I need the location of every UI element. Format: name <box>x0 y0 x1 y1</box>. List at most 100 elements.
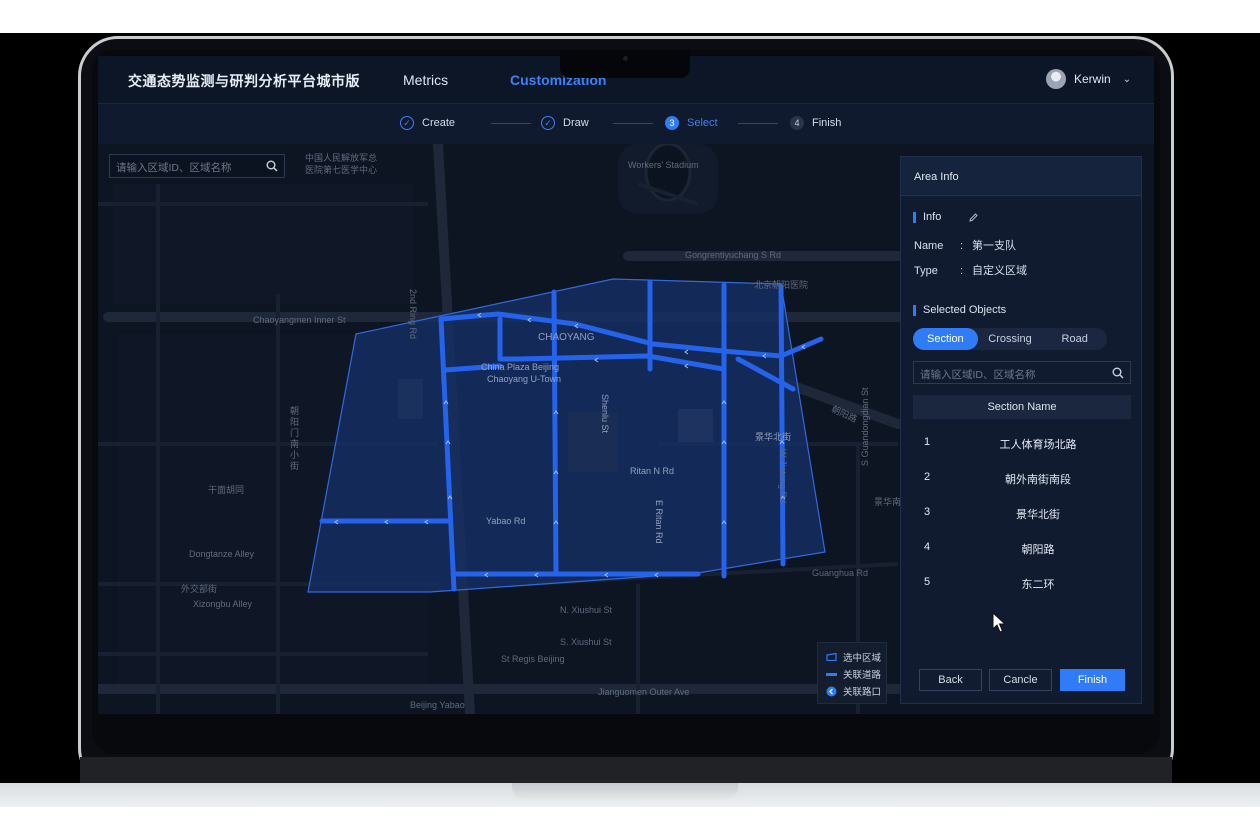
legend-label: 关联道路 <box>843 670 882 681</box>
mouse-cursor-icon <box>992 612 1006 633</box>
map-label: 景华北街 <box>755 432 792 442</box>
row-number: 4 <box>924 541 931 553</box>
map-label: St Regis Beijing <box>501 654 565 664</box>
step-select: 3 Select <box>665 116 718 130</box>
map-label: 朝阳门南小街 <box>290 406 300 471</box>
map-label: Chaoyangmen Inner St <box>253 315 346 325</box>
row-number: 5 <box>924 576 931 588</box>
map-search-input[interactable]: 请输入区域ID、区域名称 <box>109 154 285 178</box>
object-search-input[interactable]: 请输入区域ID、区域名称 <box>913 361 1131 384</box>
field-key: Type <box>914 265 938 277</box>
camera-notch <box>560 50 690 78</box>
area-icon <box>826 653 837 661</box>
edit-icon[interactable] <box>968 212 979 223</box>
panel-header: Area Info <box>901 157 1141 196</box>
map-label: Yabao Rd <box>486 516 526 526</box>
map-label: Dongtanze Alley <box>189 549 255 559</box>
row-number: 2 <box>924 471 931 483</box>
step-draw: ✓ Draw <box>541 116 589 130</box>
step-number: 4 <box>790 116 804 130</box>
section-label: Selected Objects <box>923 304 1007 316</box>
map-legend: 选中区域 关联道路 关联路口 <box>817 642 887 704</box>
map-label: N. Xiushui St <box>560 605 613 615</box>
search-placeholder: 请输入区域ID、区域名称 <box>116 162 232 174</box>
search-placeholder: 请输入区域ID、区域名称 <box>920 369 1036 381</box>
step-number: 3 <box>665 116 679 130</box>
map-label: Chaoyang U-Town <box>487 374 562 384</box>
tab-metrics[interactable]: Metrics <box>403 72 448 88</box>
table-header: Section Name <box>913 395 1131 419</box>
section-name: 东二环 <box>1021 579 1055 591</box>
step-finish: 4 Finish <box>790 116 841 130</box>
map-label: 北京朝阳医院 <box>754 280 809 290</box>
search-icon[interactable] <box>1112 367 1124 379</box>
table-row[interactable]: 2 朝外南街南段 <box>913 461 1131 495</box>
section-name: 朝阳路 <box>1021 544 1055 556</box>
map-label: Gongrentiyuchang S Rd <box>685 250 782 260</box>
road-icon <box>826 673 837 676</box>
step-create: ✓ Create <box>400 116 455 130</box>
laptop-base-notch <box>512 783 738 799</box>
cancel-button[interactable]: Cancle <box>989 669 1052 691</box>
field-key: Name <box>914 240 944 252</box>
panel-title: Area Info <box>914 171 959 183</box>
area-info-panel: Area Info Info Name: 第一支队 Type: 自定义区域 Sele… <box>900 156 1142 704</box>
table-row[interactable]: 4 朝阳路 <box>913 531 1131 565</box>
selected-section-title: Selected Objects <box>913 304 1006 316</box>
map-label: Ritan N Rd <box>630 466 675 476</box>
back-button[interactable]: Back <box>919 669 982 691</box>
name-field: Name: 第一支队 <box>914 240 1016 252</box>
section-name: 工人体育场北路 <box>999 439 1077 451</box>
crossing-icon <box>826 686 837 696</box>
map-label: E Ritan Rd <box>654 500 664 544</box>
row-number: 3 <box>924 506 931 518</box>
camera-icon <box>623 56 628 61</box>
type-field: Type: 自定义区域 <box>914 265 1027 277</box>
step-divider <box>613 123 653 124</box>
map-label: China Plaza Beijing <box>481 362 560 372</box>
map-label: CHAOYANG <box>538 332 595 343</box>
field-value: 自定义区域 <box>972 265 1027 277</box>
map-label: 外交部街 <box>181 584 218 594</box>
legend-item: 关联路口 <box>826 684 881 698</box>
stepper: ✓ Create ✓ Draw 3 Select 4 Finish <box>98 104 1154 144</box>
map-label: Workers' Stadium <box>628 160 699 170</box>
section-marker <box>913 211 916 223</box>
legend-label: 关联路口 <box>843 687 882 698</box>
laptop-chin <box>80 757 1172 783</box>
search-icon[interactable] <box>266 160 278 172</box>
step-divider <box>738 123 778 124</box>
table-row[interactable]: 5 东二环 <box>913 566 1131 600</box>
map-label: S Guandongdian St <box>860 387 870 466</box>
chevron-down-icon: ⌄ <box>1122 73 1132 85</box>
info-section-title: Info <box>913 211 979 223</box>
map-label: 干面胡同 <box>208 485 245 495</box>
legend-item: 关联道路 <box>826 667 881 681</box>
step-divider <box>491 123 531 124</box>
section-name: 朝外南街南段 <box>1005 474 1071 486</box>
step-label: Finish <box>812 117 842 129</box>
check-icon: ✓ <box>541 116 555 130</box>
tab-road[interactable]: Road <box>1042 328 1107 350</box>
map-label: Xizongbu Alley <box>193 599 253 609</box>
tab-crossing[interactable]: Crossing <box>978 328 1043 350</box>
table-row[interactable]: 3 景华北街 <box>913 496 1131 530</box>
legend-label: 选中区域 <box>843 653 882 664</box>
object-type-switch: Section Crossing Road <box>913 328 1107 350</box>
step-label: Select <box>687 117 718 129</box>
map-label: Jianguomen Outer Ave <box>598 687 690 697</box>
step-label: Draw <box>563 117 589 129</box>
map-label: 医院第七医学中心 <box>305 165 378 175</box>
map-label: 2nd Ring Rd <box>408 289 418 340</box>
section-name: 景华北街 <box>1016 509 1060 521</box>
table-row[interactable]: 1 工人体育场北路 <box>913 426 1131 460</box>
map-label: Guanghua Rd <box>812 568 869 578</box>
map-label: W Jintong Rd <box>778 449 788 504</box>
user-menu[interactable]: Kerwin ⌄ <box>1046 69 1131 89</box>
finish-button[interactable]: Finish <box>1060 669 1125 691</box>
app-title: 交通态势监测与研判分析平台城市版 <box>128 73 360 89</box>
tab-section[interactable]: Section <box>913 328 978 350</box>
section-label: Info <box>923 211 942 223</box>
user-name: Kerwin <box>1074 72 1111 86</box>
step-label: Create <box>422 117 456 129</box>
